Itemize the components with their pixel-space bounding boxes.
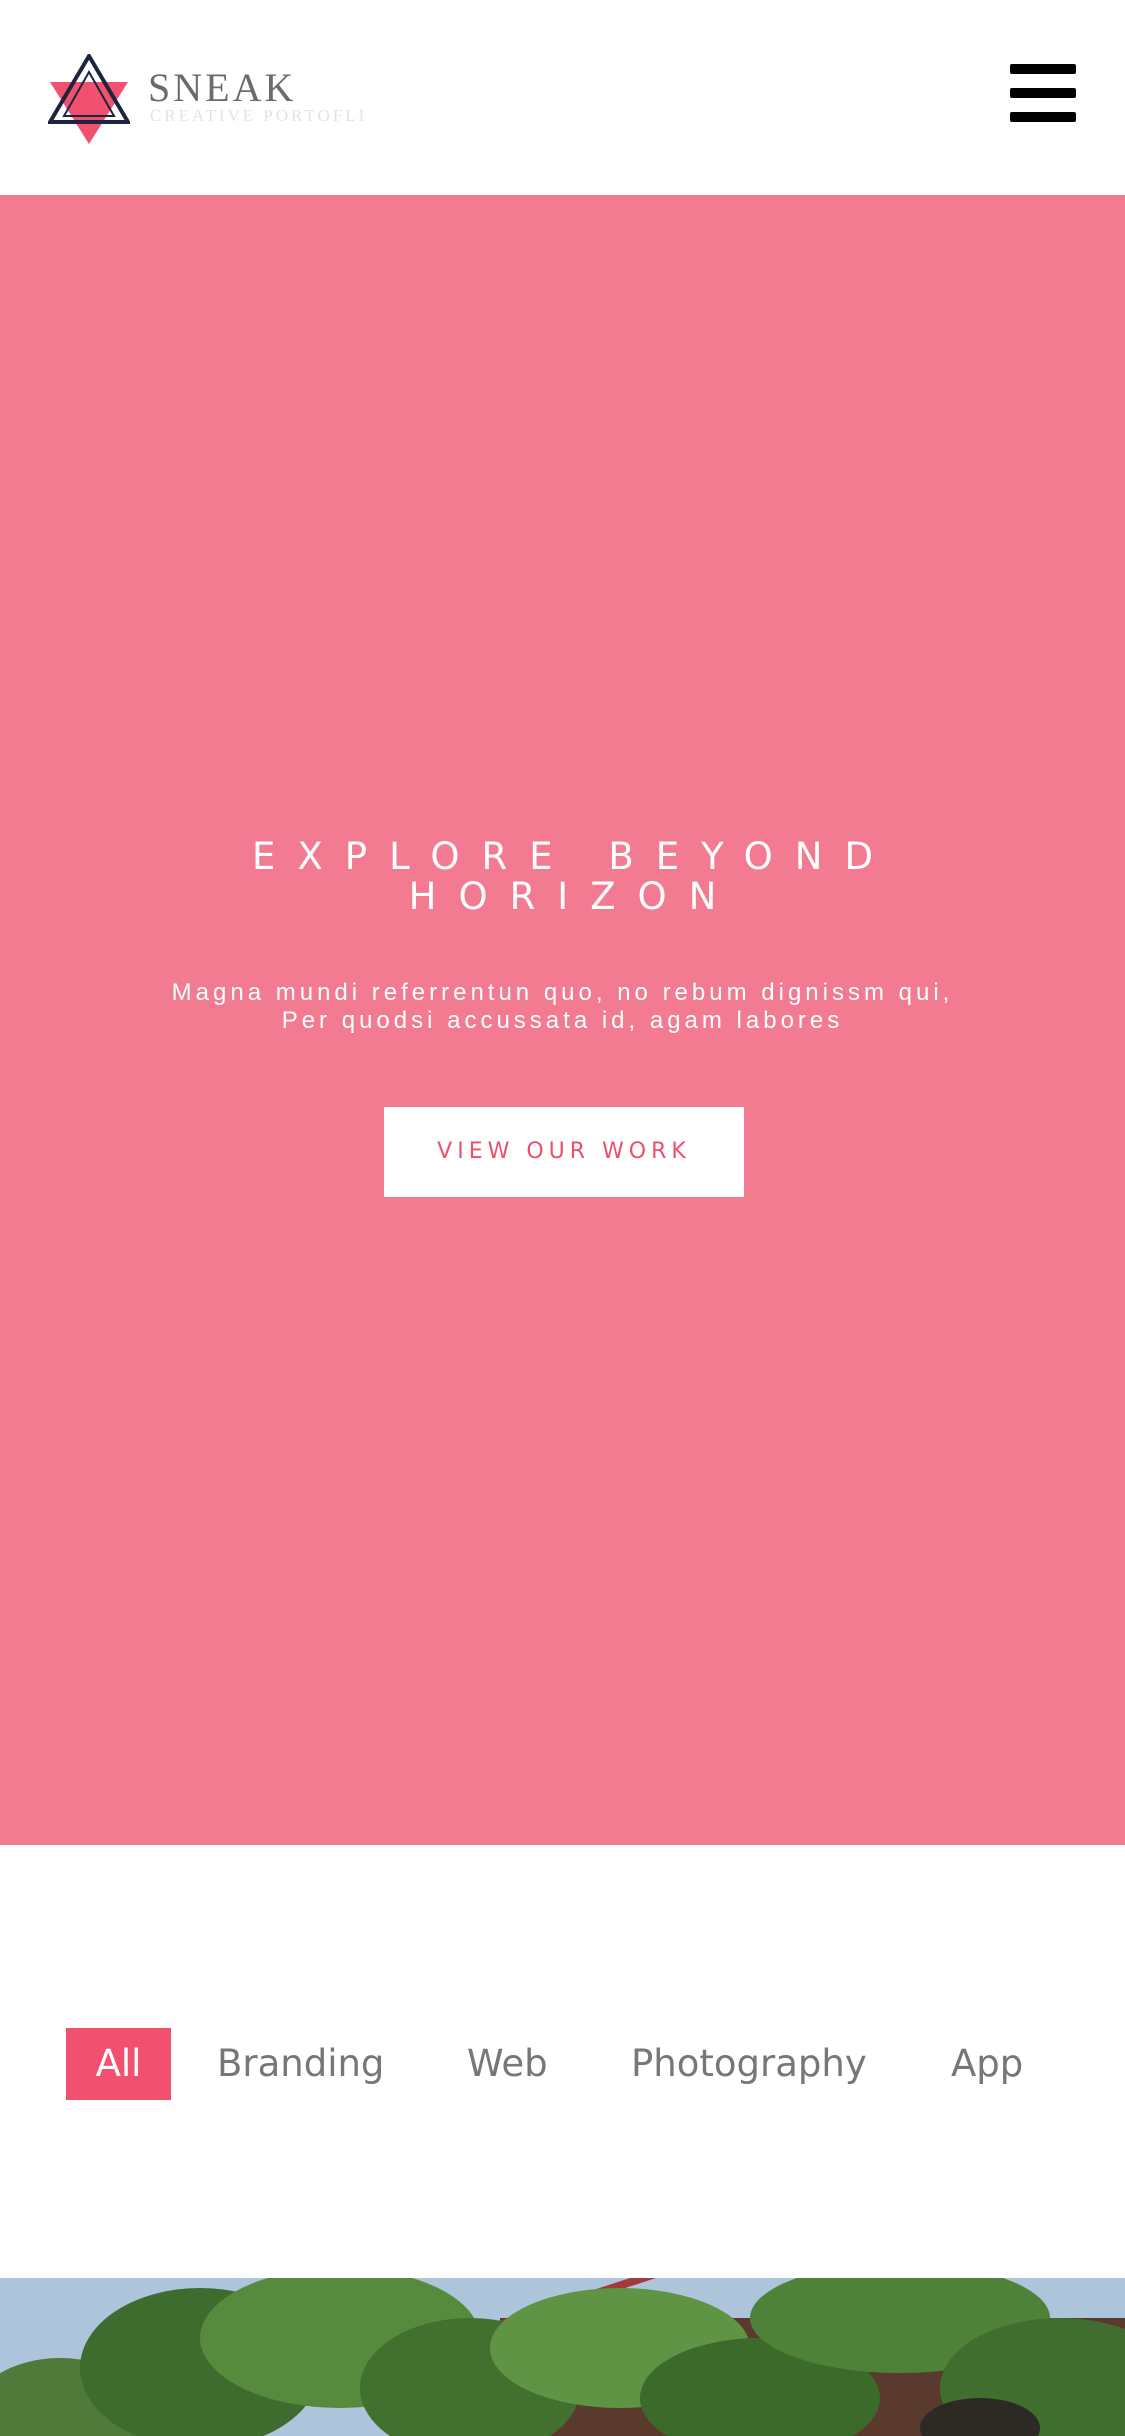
portfolio-filter-bar: All Branding Web Photography App	[0, 2028, 1125, 2102]
photo-illustration	[0, 2278, 1125, 2436]
hero-subtitle-line: Per quodsi accussata id, agam labores	[281, 1007, 844, 1034]
ivy-covered-building-photo[interactable]	[0, 2278, 1125, 2436]
hero-title-line: HORIZON	[408, 875, 739, 918]
menu-bar	[1010, 112, 1076, 122]
filter-branding[interactable]: Branding	[217, 2028, 384, 2100]
hexagram-logo-icon[interactable]	[48, 54, 130, 144]
hero-subtitle: Magna mundi referrentun quo, no rebum di…	[60, 979, 1065, 1035]
filter-photography[interactable]: Photography	[631, 2028, 867, 2100]
menu-bar	[1010, 64, 1076, 74]
hero-section: EXPLORE BEYOND HORIZON Magna mundi refer…	[0, 195, 1125, 1845]
filter-web[interactable]: Web	[467, 2028, 548, 2100]
hero-title-line: EXPLORE BEYOND	[252, 835, 895, 878]
hero-title: EXPLORE BEYOND HORIZON	[100, 837, 1025, 917]
menu-bar	[1010, 88, 1076, 98]
brand-name[interactable]: SNEAK	[148, 64, 296, 111]
filter-all[interactable]: All	[66, 2028, 171, 2100]
brand-tagline: CREATIVE PORTOFLI	[150, 106, 368, 125]
view-our-work-button[interactable]: VIEW OUR WORK	[384, 1107, 744, 1197]
hamburger-menu-icon[interactable]	[1010, 64, 1078, 124]
site-header: SNEAK CREATIVE PORTOFLI	[0, 0, 1125, 195]
hero-subtitle-line: Magna mundi referrentun quo, no rebum di…	[171, 979, 954, 1006]
filter-app[interactable]: App	[951, 2028, 1023, 2100]
